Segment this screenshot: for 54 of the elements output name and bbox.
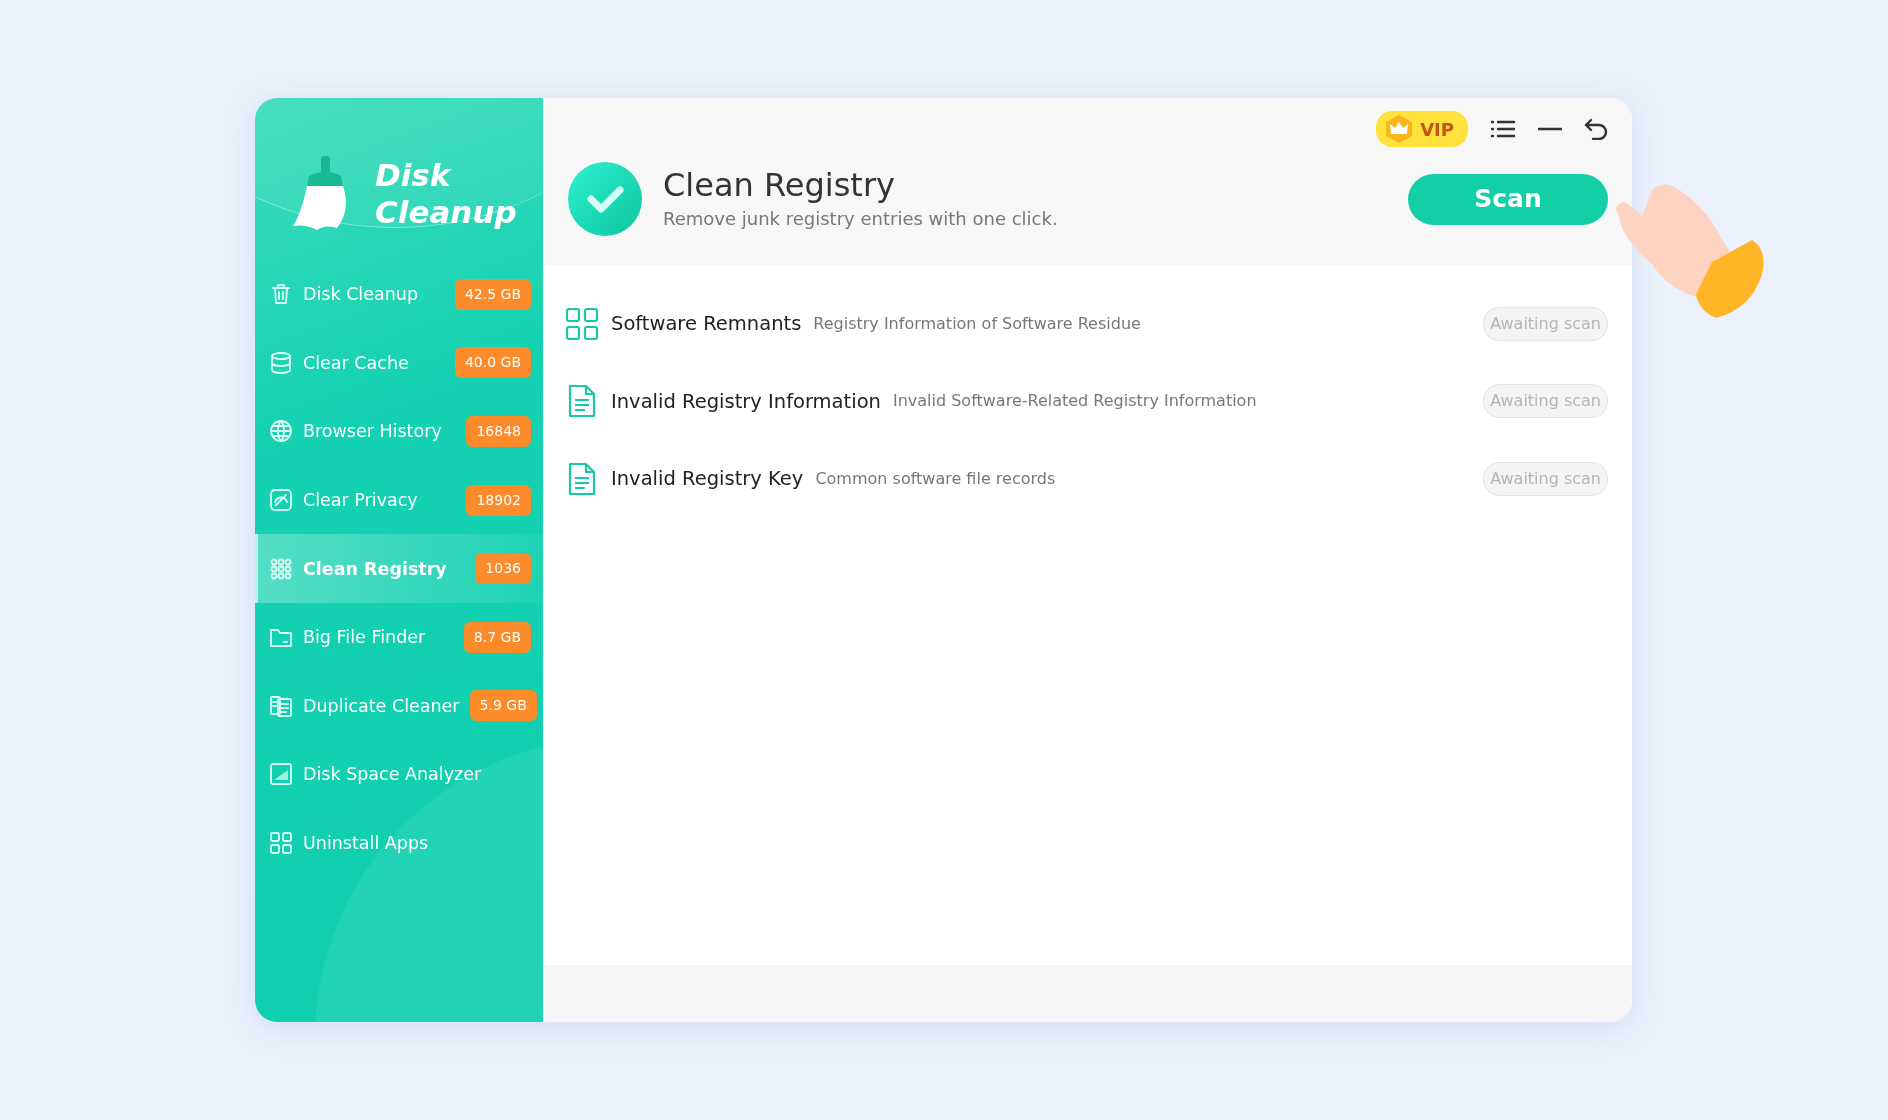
logo-text: Disk: [375, 156, 453, 194]
item-title: Software Remnants: [611, 311, 802, 338]
sidebar-item[interactable]: Clean Registry 1036: [255, 534, 543, 603]
trash-icon: [269, 282, 293, 307]
nav-label: Uninstall Apps: [303, 831, 430, 855]
four-squares-icon: [565, 306, 599, 341]
item-description: Invalid Software-Related Registry Information: [892, 390, 1257, 413]
item-title: Invalid Registry Information: [611, 388, 881, 415]
nav-label: Browser History: [303, 420, 443, 444]
sidebar-item[interactable]: Disk Space Analyzer: [255, 740, 543, 809]
page-title: Clean Registry: [663, 166, 896, 205]
count-badge: 42.5 GB: [454, 278, 531, 310]
status-pill: Awaiting scan: [1483, 461, 1608, 496]
sidebar-item[interactable]: Browser History 16848: [255, 397, 543, 466]
documents-icon: [269, 693, 293, 718]
count-badge: 18902: [466, 484, 531, 516]
item-description: Common software file records: [815, 467, 1056, 490]
vip-button[interactable]: VIP: [1376, 111, 1468, 147]
database-icon: [269, 350, 293, 375]
sidebar-item[interactable]: Disk Cleanup 42.5 GB: [255, 260, 543, 329]
sidebar-item[interactable]: Duplicate Cleaner 5.9 GB: [255, 671, 543, 741]
scan-button[interactable]: Scan: [1408, 173, 1608, 225]
sidebar-item[interactable]: Clear Privacy 18902: [255, 465, 543, 535]
count-badge: 16848: [466, 416, 531, 447]
grid-dots-icon: [269, 556, 293, 581]
status-pill: Awaiting scan: [1483, 384, 1608, 419]
globe-icon: [269, 419, 293, 444]
back-arrow-icon[interactable]: [1584, 118, 1608, 140]
shield-slash-icon: [269, 488, 293, 513]
status-pill: Awaiting scan: [1483, 306, 1608, 341]
count-badge: 1036: [475, 553, 531, 585]
nav-label: Clear Cache: [303, 351, 410, 375]
chart-window-icon: [269, 762, 293, 787]
sidebar-item[interactable]: Big File Finder 8.7 GB: [255, 602, 543, 672]
item-description: Registry Information of Software Residue: [813, 312, 1141, 335]
nav-label: Clear Privacy: [303, 488, 419, 512]
crown-icon: [1384, 114, 1415, 144]
logo-text: Cleanup: [375, 194, 517, 232]
sidebar-item[interactable]: Uninstall Apps: [255, 808, 543, 878]
nav-label: Big File Finder: [303, 626, 427, 650]
nav-label: Disk Cleanup: [303, 283, 419, 307]
page-subtitle: Remove junk registry entries with one click.: [663, 206, 1058, 231]
count-badge: 5.9 GB: [469, 690, 537, 722]
minimize-icon[interactable]: [1538, 127, 1562, 131]
nav-label: Clean Registry: [303, 557, 448, 581]
nav-label: Duplicate Cleaner: [303, 694, 460, 718]
menu-icon[interactable]: [1490, 118, 1516, 140]
app-grid-icon: [269, 831, 293, 856]
item-title: Invalid Registry Key: [611, 466, 804, 493]
checkmark-icon: [567, 161, 643, 237]
count-badge: 8.7 GB: [463, 621, 531, 653]
nav-label: Disk Space Analyzer: [303, 763, 483, 787]
sidebar-item[interactable]: Clear Cache 40.0 GB: [255, 328, 543, 398]
count-badge: 40.0 GB: [454, 347, 531, 379]
